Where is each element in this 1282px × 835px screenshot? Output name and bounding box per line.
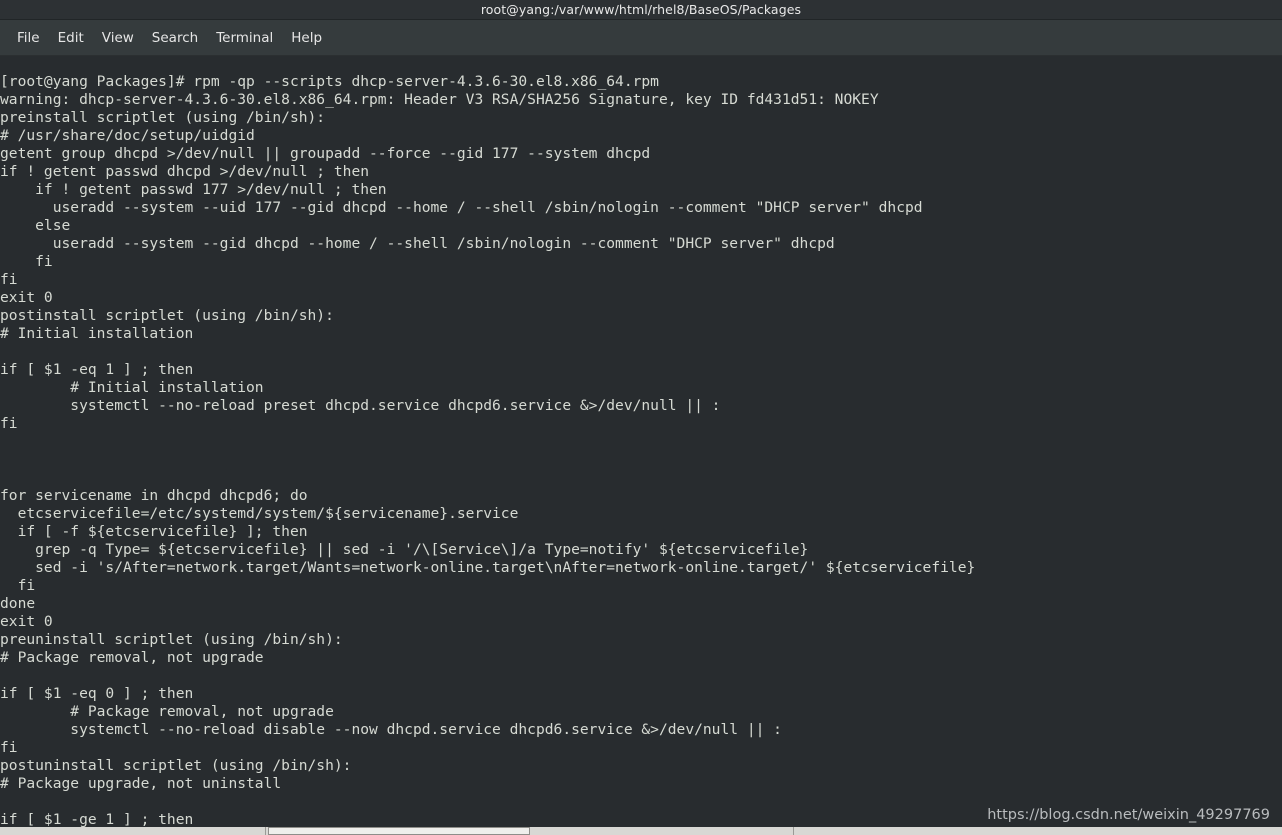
terminal-line: if ! getent passwd dhcpd >/dev/null ; th… [0,163,370,180]
terminal-line: fi [0,271,18,288]
menu-item-terminal[interactable]: Terminal [207,27,282,49]
window-titlebar: root@yang:/var/www/html/rhel8/BaseOS/Pac… [0,0,1282,20]
terminal-line: fi [0,577,36,594]
terminal-line: if [ -f ${etcservicefile} ]; then [0,523,308,540]
terminal-line: if [ $1 -eq 1 ] ; then [0,361,194,378]
window-title: root@yang:/var/www/html/rhel8/BaseOS/Pac… [480,2,802,17]
terminal-line: useradd --system --uid 177 --gid dhcpd -… [0,199,923,216]
terminal-line: etcservicefile=/etc/systemd/system/${ser… [0,505,519,522]
terminal-line: # Initial installation [0,379,264,396]
terminal-line: # Package upgrade, not uninstall [0,775,282,792]
terminal-line: postuninstall scriptlet (using /bin/sh): [0,757,352,774]
terminal-line: for servicename in dhcpd dhcpd6; do [0,487,308,504]
terminal-line: grep -q Type= ${etcservicefile} || sed -… [0,541,809,558]
terminal-line: # Initial installation [0,325,194,342]
terminal-line: fi [0,253,53,270]
terminal-line: # /usr/share/doc/setup/uidgid [0,127,255,144]
terminal-line: # Package removal, not upgrade [0,703,334,720]
menu-bar: File Edit View Search Terminal Help [0,20,1282,56]
terminal-line: warning: dhcp-server-4.3.6-30.el8.x86_64… [0,91,879,108]
terminal-line: systemctl --no-reload disable --now dhcp… [0,721,782,738]
terminal-line: sed -i 's/After=network.target/Wants=net… [0,559,976,576]
scrollbar-tick [793,827,794,835]
menu-item-help[interactable]: Help [282,27,331,49]
horizontal-scrollbar[interactable] [0,827,1282,835]
terminal-line: if [ $1 -ge 1 ] ; then [0,811,194,827]
terminal-line: useradd --system --gid dhcpd --home / --… [0,235,835,252]
terminal-line: fi [0,739,18,756]
terminal-text: [root@yang Packages]# rpm -qp --scripts … [0,73,1282,827]
terminal-line: getent group dhcpd >/dev/null || groupad… [0,145,651,162]
terminal-line: [root@yang Packages]# rpm -qp --scripts … [0,73,659,90]
terminal-line: systemctl --no-reload preset dhcpd.servi… [0,397,721,414]
menu-item-edit[interactable]: Edit [49,27,93,49]
terminal-line: # Package removal, not upgrade [0,649,264,666]
terminal-line: postinstall scriptlet (using /bin/sh): [0,307,334,324]
terminal-line: exit 0 [0,613,53,630]
terminal-line: preuninstall scriptlet (using /bin/sh): [0,631,343,648]
terminal-line: if ! getent passwd 177 >/dev/null ; then [0,181,387,198]
menu-item-file[interactable]: File [8,27,49,49]
terminal-line: if [ $1 -eq 0 ] ; then [0,685,194,702]
terminal-line: exit 0 [0,289,53,306]
menu-item-view[interactable]: View [93,27,143,49]
terminal-window: root@yang:/var/www/html/rhel8/BaseOS/Pac… [0,0,1282,835]
terminal-line: done [0,595,36,612]
menu-item-search[interactable]: Search [143,27,207,49]
terminal-output-area[interactable]: [root@yang Packages]# rpm -qp --scripts … [0,56,1282,827]
terminal-line: fi [0,415,18,432]
terminal-line: preinstall scriptlet (using /bin/sh): [0,109,326,126]
terminal-line: else [0,217,71,234]
scrollbar-thumb[interactable] [268,827,530,835]
scrollbar-track[interactable] [0,827,266,835]
